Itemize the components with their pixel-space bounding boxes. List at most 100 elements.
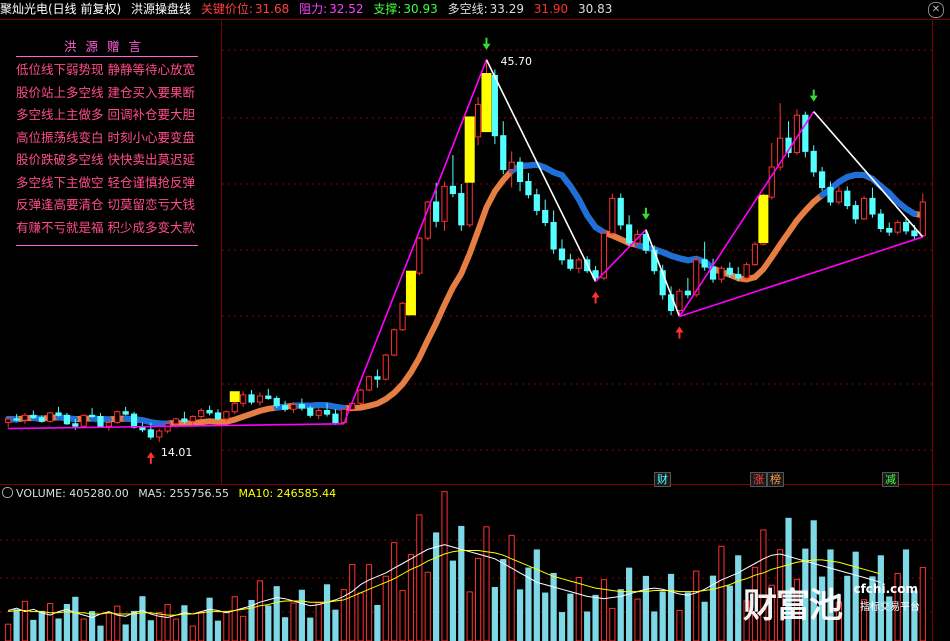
- candle: [810, 150, 817, 173]
- volume-bar: [38, 610, 45, 641]
- low-label: 14.01: [161, 446, 193, 459]
- candle: [860, 197, 868, 220]
- candle: [491, 74, 498, 137]
- candle: [835, 190, 842, 203]
- candle: [516, 161, 524, 183]
- candle: [508, 161, 515, 170]
- volume-bar: [323, 584, 331, 641]
- candle: [156, 430, 163, 438]
- volume-bar: [307, 617, 314, 641]
- advice-line: 有赚不亏就是福 积少成多变大款: [16, 219, 195, 235]
- volume-bar: [256, 580, 264, 641]
- candle: [13, 418, 20, 421]
- close-icon[interactable]: ✕: [928, 2, 944, 18]
- volume-bar: [466, 591, 473, 641]
- candle: [114, 411, 121, 424]
- indicator-name[interactable]: 洪源操盘线: [131, 2, 191, 16]
- tag-jian[interactable]: 减: [882, 472, 899, 487]
- candle: [5, 418, 12, 424]
- volume-bar: [214, 620, 222, 641]
- volume-bar: [223, 610, 230, 641]
- volume-icon[interactable]: [2, 487, 13, 498]
- candle: [80, 414, 87, 427]
- candle: [684, 290, 691, 296]
- volume-bar: [567, 593, 574, 641]
- volume-bar: [122, 624, 129, 641]
- advice-line: 多空线下主做空 轻仓谨慎抢反弹: [16, 174, 195, 190]
- volume-bar: [659, 591, 666, 641]
- advice-title: 洪源赠言: [16, 38, 198, 57]
- candle: [676, 290, 683, 311]
- advice-divider: [16, 245, 198, 246]
- advice-line: 股价跌破多空线 快快卖出莫迟延: [16, 152, 195, 167]
- candle: [307, 407, 314, 416]
- volume-bar: [147, 620, 154, 641]
- candle: [248, 394, 255, 403]
- candle: [374, 376, 381, 380]
- sell-arrow-icon: [482, 37, 491, 50]
- candle: [558, 248, 566, 261]
- value-1: 31.90: [533, 2, 569, 16]
- volume-bar: [189, 625, 196, 641]
- volume-bar: [265, 605, 272, 641]
- tag-bang[interactable]: 榜: [767, 472, 784, 487]
- candle: [424, 201, 431, 239]
- candle: [525, 181, 532, 196]
- volume-bar: [852, 551, 859, 641]
- candle: [735, 273, 742, 279]
- candle: [617, 197, 624, 226]
- candle: [575, 259, 582, 269]
- signal-bar: [481, 73, 492, 133]
- volume-label: VOLUME: 405280.00: [16, 487, 129, 500]
- candle: [55, 412, 62, 416]
- candle: [474, 103, 482, 138]
- candle: [458, 193, 465, 226]
- candle: [122, 411, 129, 415]
- advice-line: 低位线下弱势现 静静等待心放宽: [16, 62, 195, 77]
- candle: [332, 413, 339, 424]
- candle: [667, 294, 675, 311]
- volume-bar: [617, 589, 624, 641]
- support-value: 30.93: [403, 2, 438, 16]
- volume-bar: [592, 594, 599, 641]
- volume-bar: [164, 604, 171, 641]
- volume-bar: [273, 586, 280, 641]
- candle: [399, 302, 406, 331]
- candle: [550, 221, 557, 250]
- tag-cai[interactable]: 财: [654, 472, 671, 487]
- candle: [819, 171, 826, 189]
- value-2: 30.83: [577, 2, 613, 16]
- candle: [290, 403, 297, 410]
- volume-bar: [609, 607, 616, 641]
- candle: [894, 221, 901, 233]
- volume-bar: [424, 571, 431, 641]
- candle: [441, 185, 448, 222]
- volume-bar: [114, 605, 121, 641]
- sell-arrow-icon: [809, 89, 818, 102]
- advice-panel: 洪源赠言 低位线下弱势现 静静等待心放宽 股价站上多空线 建仓买入要果断 多空线上主…: [16, 38, 206, 246]
- stock-title[interactable]: 聚灿光电(日线 前复权): [0, 2, 121, 16]
- candle: [382, 354, 389, 380]
- volume-bar: [298, 589, 305, 641]
- candle: [701, 259, 708, 268]
- watermark-subtitle: 指标交易平台: [860, 602, 920, 613]
- candle: [223, 411, 230, 420]
- volume-bar: [80, 618, 87, 641]
- volume-bar: [30, 619, 37, 641]
- buy-arrow-icon: [591, 291, 600, 304]
- volume-bar: [47, 603, 54, 641]
- volume-bar: [483, 526, 490, 641]
- volume-bar: [13, 609, 20, 641]
- volume-bar: [21, 600, 29, 641]
- candle: [323, 410, 331, 415]
- tag-zhang[interactable]: 涨: [750, 472, 767, 487]
- candle: [567, 259, 574, 269]
- volume-bar: [550, 572, 557, 641]
- volume-bar: [172, 618, 180, 641]
- volume-bar: [735, 555, 742, 641]
- candle: [147, 429, 154, 438]
- volume-bar: [391, 542, 398, 641]
- candle: [189, 416, 196, 422]
- trend-line-down: [813, 111, 924, 238]
- candle: [391, 329, 398, 356]
